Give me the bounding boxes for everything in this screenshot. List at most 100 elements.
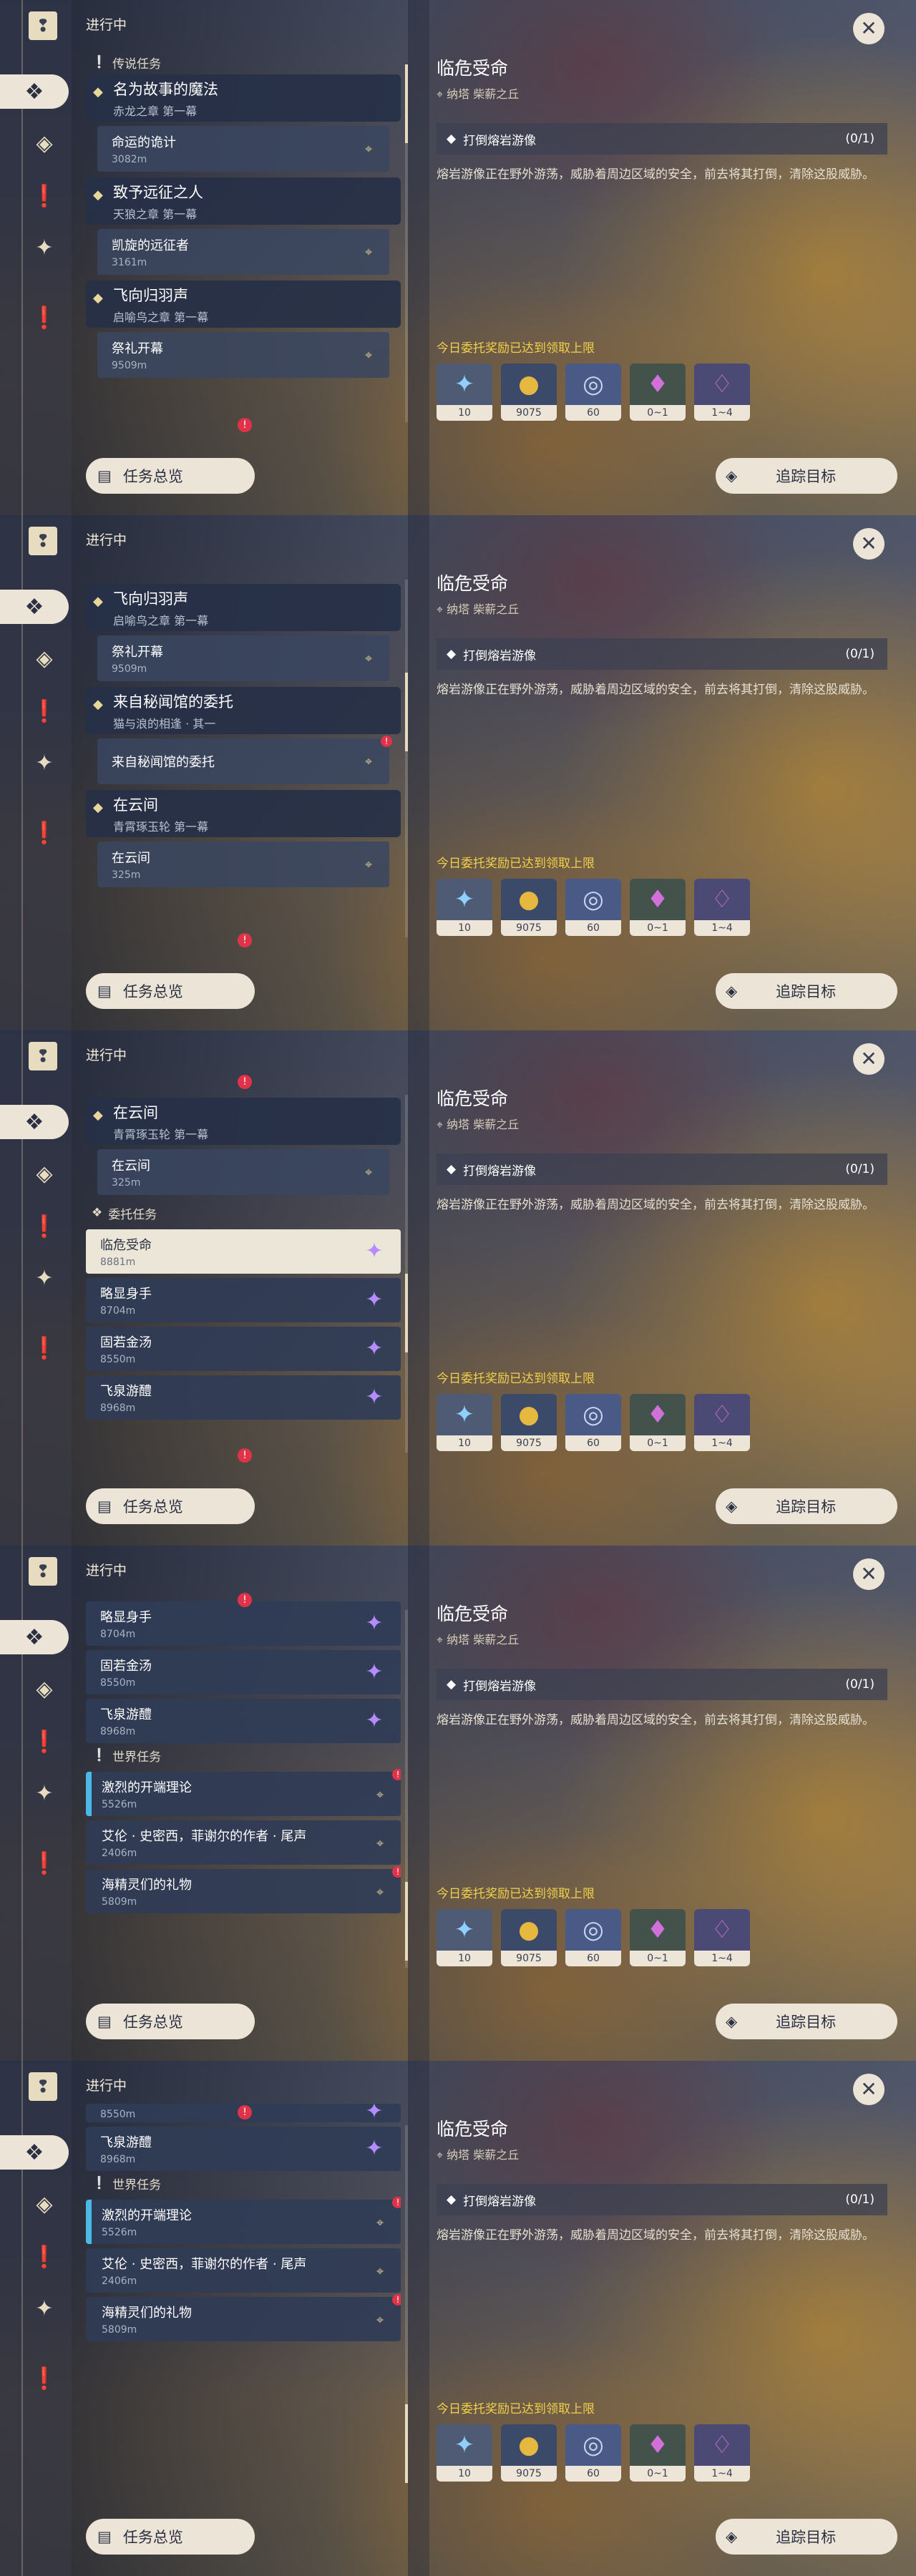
quest-list[interactable]: 略显身手 8704m ✦ 固若金汤 8550m ✦ 飞泉游醴 8968m ✦ ❕ 世界任务 激…: [86, 1597, 401, 1969]
commission-item[interactable]: 飞泉游醴 8968m ✦: [86, 1699, 401, 1743]
quest-book-icon[interactable]: ❢: [29, 527, 57, 555]
quest-overview-button[interactable]: ▤ 任务总览: [86, 973, 255, 1009]
quest-step[interactable]: 在云间 325m ⌖: [97, 841, 389, 887]
commission-tab-icon[interactable]: ✦: [27, 1261, 62, 1295]
archon-quest-tab-icon[interactable]: ◈: [27, 126, 62, 160]
reward-item[interactable]: ✦ 10: [437, 2424, 492, 2482]
track-target-button[interactable]: ◈ 追踪目标: [716, 973, 897, 1009]
commission-item[interactable]: 飞泉游醴 8968m ✦: [86, 1375, 401, 1420]
quest-group[interactable]: ◆ 在云间 青霄琢玉轮 第一幕 在云间 325m ⌖: [86, 790, 401, 887]
reward-item[interactable]: ✦ 10: [437, 1909, 492, 1966]
reward-item[interactable]: ✦ 10: [437, 364, 492, 421]
all-quests-tab-icon[interactable]: ❖: [0, 2135, 69, 2170]
quest-overview-button[interactable]: ▤ 任务总览: [86, 2004, 255, 2039]
reward-item[interactable]: ◎ 60: [565, 1394, 621, 1451]
quest-overview-button[interactable]: ▤ 任务总览: [86, 1488, 255, 1524]
all-quests-tab-icon[interactable]: ❖: [0, 590, 69, 624]
event-tab-icon[interactable]: ❗: [27, 301, 62, 335]
track-target-button[interactable]: ◈ 追踪目标: [716, 2004, 897, 2039]
track-target-button[interactable]: ◈ 追踪目标: [716, 458, 897, 494]
commission-item[interactable]: 略显身手 8704m ✦: [86, 1278, 401, 1322]
quest-step[interactable]: 来自秘闻馆的委托 ⌖!: [97, 736, 392, 784]
world-quest-tab-icon[interactable]: ❗: [27, 1209, 62, 1244]
commission-item-selected[interactable]: 临危受命 8881m ✦: [86, 1229, 401, 1274]
reward-item[interactable]: ♢ 1~4: [694, 364, 750, 421]
commission-tab-icon[interactable]: ✦: [27, 230, 62, 265]
world-quest-tab-icon[interactable]: ❗: [27, 179, 62, 213]
quest-group[interactable]: ◆ 飞向归羽声 启喻鸟之章 第一幕 祭礼开幕 9509m ⌖: [86, 280, 401, 378]
event-tab-icon[interactable]: ❗: [27, 1331, 62, 1365]
commission-item[interactable]: 固若金汤 8550m ✦: [86, 1327, 401, 1371]
reward-item[interactable]: ✦ 10: [437, 1394, 492, 1451]
reward-item[interactable]: ♦ 0~1: [630, 364, 686, 421]
commission-item[interactable]: 飞泉游醴 8968m ✦: [86, 2127, 401, 2171]
all-quests-tab-icon[interactable]: ❖: [0, 1620, 69, 1654]
quest-book-icon[interactable]: ❢: [29, 2072, 57, 2101]
world-quest-item[interactable]: 艾伦 · 史密西，菲谢尔的作者 · 尾声 2406m ⌖: [86, 1820, 401, 1865]
commission-tab-icon[interactable]: ✦: [27, 1776, 62, 1810]
archon-quest-tab-icon[interactable]: ◈: [27, 1672, 62, 1706]
world-quest-tab-icon[interactable]: ❗: [27, 694, 62, 728]
reward-item[interactable]: ♦ 0~1: [630, 879, 686, 936]
commission-tab-icon[interactable]: ✦: [27, 746, 62, 780]
quest-book-icon[interactable]: ❢: [29, 1557, 57, 1586]
world-quest-tab-icon[interactable]: ❗: [27, 2240, 62, 2274]
reward-item[interactable]: ● 9075: [501, 2424, 557, 2482]
archon-quest-tab-icon[interactable]: ◈: [27, 641, 62, 675]
quest-overview-button[interactable]: ▤ 任务总览: [86, 2519, 255, 2555]
all-quests-tab-icon[interactable]: ❖: [0, 1105, 69, 1139]
commission-item[interactable]: 略显身手 8704m ✦: [86, 1601, 401, 1646]
reward-item[interactable]: ● 9075: [501, 1394, 557, 1451]
quest-step[interactable]: 祭礼开幕 9509m ⌖: [97, 635, 389, 681]
reward-item[interactable]: ● 9075: [501, 1909, 557, 1966]
commission-item[interactable]: 固若金汤 8550m ✦: [86, 1650, 401, 1694]
reward-item[interactable]: ◎ 60: [565, 879, 621, 936]
quest-group[interactable]: ◆ 致予远征之人 天狼之章 第一幕 凯旋的远征者 3161m ⌖: [86, 177, 401, 275]
quest-book-icon[interactable]: ❢: [29, 1042, 57, 1070]
reward-item[interactable]: ♦ 0~1: [630, 1909, 686, 1966]
event-tab-icon[interactable]: ❗: [27, 1846, 62, 1880]
scrollbar[interactable]: [405, 1610, 408, 1968]
world-quest-item[interactable]: 艾伦 · 史密西，菲谢尔的作者 · 尾声 2406m ⌖: [86, 2248, 401, 2293]
reward-item[interactable]: ♦ 0~1: [630, 1394, 686, 1451]
quest-group[interactable]: ◆ 飞向归羽声 启喻鸟之章 第一幕 祭礼开幕 9509m ⌖: [86, 584, 401, 681]
reward-item[interactable]: ♢ 1~4: [694, 1394, 750, 1451]
quest-group[interactable]: ◆ 来自秘闻馆的委托 猫与浪的相逢 · 其一 来自秘闻馆的委托 ⌖!: [86, 687, 401, 784]
archon-quest-tab-icon[interactable]: ◈: [27, 2187, 62, 2221]
quest-step[interactable]: 命运的诡计 3082m ⌖: [97, 126, 389, 172]
reward-item[interactable]: ● 9075: [501, 879, 557, 936]
reward-item[interactable]: ♢ 1~4: [694, 2424, 750, 2482]
world-quest-item[interactable]: 激烈的开端理论 5526m ⌖!: [86, 2197, 401, 2244]
world-quest-tab-icon[interactable]: ❗: [27, 1724, 62, 1759]
reward-item[interactable]: ♢ 1~4: [694, 879, 750, 936]
reward-item[interactable]: ◎ 60: [565, 2424, 621, 2482]
scrollbar[interactable]: [405, 580, 408, 937]
archon-quest-tab-icon[interactable]: ◈: [27, 1156, 62, 1191]
quest-step[interactable]: 在云间 325m ⌖: [97, 1149, 389, 1195]
scrollbar[interactable]: [405, 1095, 408, 1453]
scrollbar[interactable]: [405, 64, 408, 422]
all-quests-tab-icon[interactable]: ❖: [0, 74, 69, 109]
track-target-button[interactable]: ◈ 追踪目标: [716, 1488, 897, 1524]
reward-item[interactable]: ♢ 1~4: [694, 1909, 750, 1966]
reward-item[interactable]: ✦ 10: [437, 879, 492, 936]
world-quest-item[interactable]: 海精灵们的礼物 5809m ⌖!: [86, 1866, 401, 1913]
quest-book-icon[interactable]: ❢: [29, 11, 57, 40]
event-tab-icon[interactable]: ❗: [27, 2361, 62, 2396]
quest-list[interactable]: ◆ 在云间 青霄琢玉轮 第一幕 在云间 325m ⌖ ❖ 委托任务 临危受命 8881m ✦ …: [86, 1098, 401, 1470]
reward-item[interactable]: ♦ 0~1: [630, 2424, 686, 2482]
quest-overview-button[interactable]: ▤ 任务总览: [86, 458, 255, 494]
commission-tab-icon[interactable]: ✦: [27, 2291, 62, 2326]
world-quest-item[interactable]: 激烈的开端理论 5526m ⌖!: [86, 1769, 401, 1816]
quest-list[interactable]: ◆ 飞向归羽声 启喻鸟之章 第一幕 祭礼开幕 9509m ⌖ ◆ 来自秘闻馆的委托 猫与浪的…: [86, 584, 401, 956]
event-tab-icon[interactable]: ❗: [27, 816, 62, 850]
quest-group[interactable]: ◆ 名为故事的魔法 赤龙之章 第一幕 命运的诡计 3082m ⌖: [86, 74, 401, 172]
world-quest-item[interactable]: 海精灵们的礼物 5809m ⌖!: [86, 2294, 401, 2341]
quest-list[interactable]: ❕ 传说任务 ◆ 名为故事的魔法 赤龙之章 第一幕 命运的诡计 3082m ⌖ ◆ 致予远征…: [86, 50, 401, 422]
reward-item[interactable]: ◎ 60: [565, 1909, 621, 1966]
track-target-button[interactable]: ◈ 追踪目标: [716, 2519, 897, 2555]
quest-step[interactable]: 凯旋的远征者 3161m ⌖: [97, 229, 389, 275]
quest-group[interactable]: ◆ 在云间 青霄琢玉轮 第一幕 在云间 325m ⌖: [86, 1098, 401, 1195]
reward-item[interactable]: ● 9075: [501, 364, 557, 421]
scrollbar[interactable]: [405, 2125, 408, 2483]
